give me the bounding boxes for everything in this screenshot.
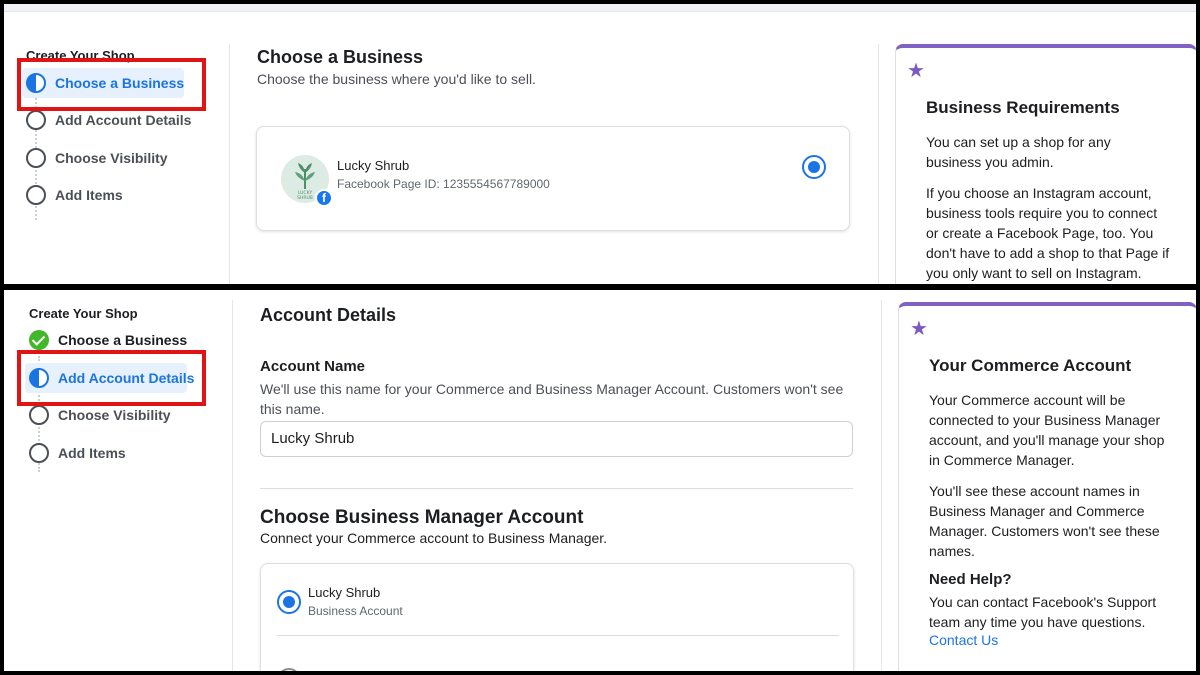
business-page-id: Facebook Page ID: 1235554567789000 (337, 177, 550, 191)
bm-account-radio[interactable] (277, 590, 301, 614)
bm-description: Connect your Commerce account to Busines… (260, 530, 608, 546)
step-label: Add Items (55, 187, 123, 203)
step-choose-visibility[interactable]: Choose Visibility (22, 143, 176, 173)
business-radio[interactable] (802, 155, 826, 179)
help-paragraph-2: You'll see these account names in Busine… (929, 483, 1160, 559)
highlight-box (17, 58, 206, 111)
need-help-text: You can contact Facebook's Support team … (929, 594, 1157, 630)
step-add-items[interactable]: Add Items (25, 438, 134, 468)
account-name-description: We'll use this name for your Commerce an… (260, 381, 844, 417)
step-label: Choose a Business (58, 332, 188, 348)
step-label: Choose Visibility (58, 407, 171, 423)
business-name: Lucky Shrub (337, 158, 410, 173)
facebook-icon: f (315, 189, 333, 207)
section-divider (260, 488, 853, 489)
step-label: Choose Visibility (55, 150, 168, 166)
svg-text:SHRUB: SHRUB (297, 195, 313, 201)
step-label: Add Account Details (55, 112, 192, 128)
top-screenshot-panel: Create Your Shop Choose a Business Add A… (4, 4, 1196, 284)
option-divider (277, 635, 839, 636)
page-title: Account Details (260, 305, 397, 325)
step-add-items[interactable]: Add Items (22, 180, 131, 210)
empty-circle-icon (26, 110, 46, 130)
star-icon: ★ (910, 318, 928, 340)
bm-account-name: Lucky Shrub (308, 585, 381, 600)
bm-account-card: Lucky Shrub Business Account (260, 563, 854, 671)
left-divider (229, 44, 230, 284)
empty-circle-icon (26, 148, 46, 168)
help-title: Business Requirements (926, 98, 1120, 117)
bm-heading: Choose Business Manager Account (260, 507, 584, 528)
bottom-screenshot-panel: Create Your Shop Choose a Business Add A… (4, 290, 1196, 671)
step-label: Add Items (58, 445, 126, 461)
top-edge-bar (4, 4, 1196, 12)
right-divider (881, 300, 882, 671)
bm-account-type: Business Account (308, 604, 403, 618)
empty-circle-icon (26, 185, 46, 205)
page-title: Choose a Business (257, 47, 424, 67)
help-title: Your Commerce Account (929, 356, 1132, 375)
help-paragraph-1: Your Commerce account will be connected … (929, 392, 1165, 468)
help-panel: ★ Business Requirements You can set up a… (895, 44, 1196, 284)
help-paragraph-2: If you choose an Instagram account, busi… (926, 185, 1170, 281)
help-paragraph-1: You can set up a shop for any business y… (926, 134, 1111, 170)
stepper-title: Create Your Shop (29, 306, 138, 321)
left-divider (232, 300, 233, 671)
help-panel: ★ Your Commerce Account Your Commerce ac… (898, 302, 1196, 671)
star-icon: ★ (907, 60, 925, 82)
highlight-box (17, 350, 206, 406)
check-circle-icon (29, 330, 49, 350)
business-logo: LUCKY SHRUB f (281, 155, 333, 207)
bm-account-radio-2[interactable] (277, 668, 301, 671)
business-card[interactable]: LUCKY SHRUB f Lucky Shrub Facebook Page … (256, 126, 850, 231)
need-help-title: Need Help? (929, 571, 1012, 588)
empty-circle-icon (29, 443, 49, 463)
empty-circle-icon (29, 405, 49, 425)
account-name-field[interactable]: Lucky Shrub (260, 421, 853, 457)
account-name-label: Account Name (260, 358, 366, 375)
contact-us-link[interactable]: Contact Us (929, 632, 998, 648)
page-subtitle: Choose the business where you'd like to … (257, 71, 536, 87)
right-divider (878, 44, 879, 284)
